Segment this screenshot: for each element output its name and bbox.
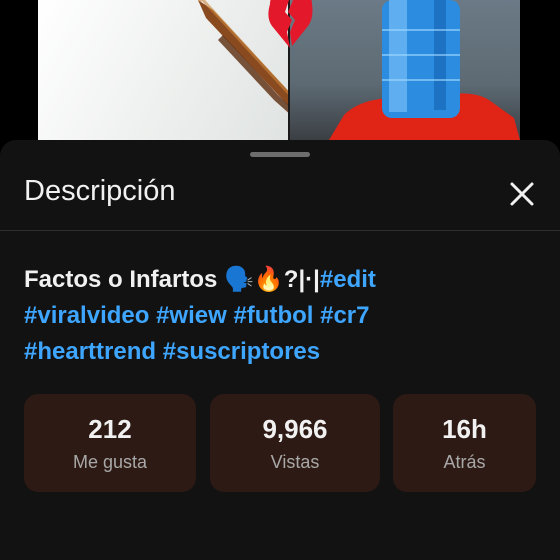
close-icon (510, 182, 534, 206)
hashtag-futbol[interactable]: #futbol (233, 302, 313, 329)
likes-count: 212 (88, 414, 132, 444)
views-label: Vistas (270, 452, 320, 472)
drag-handle[interactable] (250, 152, 310, 157)
burnt-stick-image (38, 0, 306, 140)
water-bottle-image (289, 0, 520, 140)
video-frame[interactable] (38, 0, 520, 140)
age-card[interactable]: 16h Atrás (393, 394, 536, 492)
video-player[interactable] (0, 0, 560, 150)
views-count: 9,966 (262, 414, 328, 444)
likes-card[interactable]: 212 Me gusta (24, 394, 196, 492)
video-description: Factos o Infartos 🗣️🔥?|·|#edit #viralvid… (24, 262, 544, 370)
hashtag-hearttrend[interactable]: #hearttrend (24, 338, 156, 365)
symbol-text: ?|·| (283, 266, 320, 293)
stats-row: 212 Me gusta 9,966 Vistas 16h Atrás (24, 394, 536, 494)
close-button[interactable] (506, 178, 538, 210)
hashtag-cr7[interactable]: #cr7 (320, 302, 369, 329)
hashtag-suscriptores[interactable]: #suscriptores (163, 338, 320, 365)
hashtag-wiew[interactable]: #wiew (156, 302, 227, 329)
broken-heart-icon (268, 0, 314, 50)
emoji-text: 🗣️🔥 (224, 266, 284, 293)
header-divider (0, 230, 560, 231)
hashtag-viralvideo[interactable]: #viralvideo (24, 302, 149, 329)
likes-label: Me gusta (72, 452, 148, 472)
hashtag-edit[interactable]: #edit (320, 266, 376, 293)
sheet-title: Descripción (24, 175, 176, 207)
description-sheet: Descripción Factos o Infartos 🗣️🔥?|·|#ed… (0, 140, 560, 560)
description-title: Factos o Infartos (24, 266, 218, 293)
views-card[interactable]: 9,966 Vistas (210, 394, 380, 492)
age-value: 16h (442, 414, 487, 444)
age-label: Atrás (443, 452, 486, 472)
